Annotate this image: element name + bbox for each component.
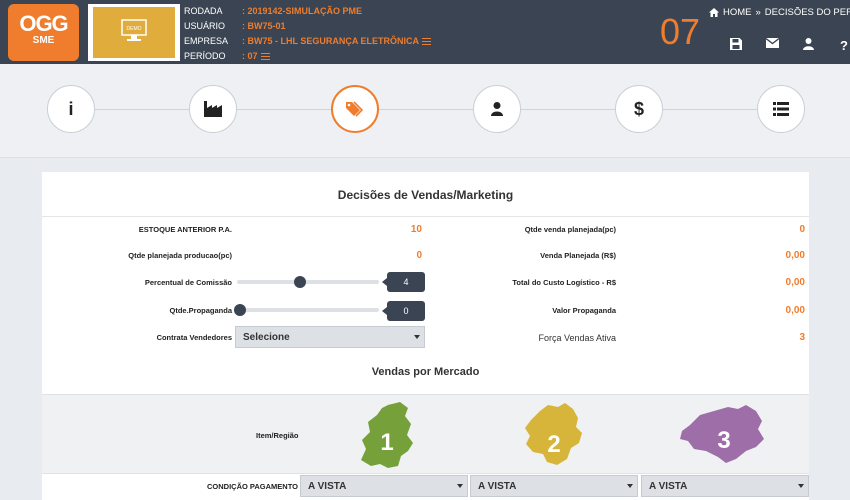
step-production[interactable] xyxy=(189,85,237,133)
venda-rs-value: 0,00 xyxy=(785,250,805,261)
comissao-slider-handle[interactable] xyxy=(294,276,306,288)
propaganda-qtde-label: Qtde.Propaganda xyxy=(169,306,232,315)
region-3-map: 3 xyxy=(680,405,764,463)
person-icon xyxy=(491,102,503,116)
list-icon[interactable] xyxy=(422,38,432,45)
estoque-label: ESTOQUE ANTERIOR P.A. xyxy=(138,225,232,234)
vendedores-select[interactable]: Selecione xyxy=(235,326,425,348)
list-icon xyxy=(773,102,789,116)
period-number: 07 xyxy=(660,11,701,52)
breadcrumb-home[interactable]: HOME xyxy=(723,7,752,18)
region-2-number: 2 xyxy=(547,431,560,458)
comissao-slider-track[interactable] xyxy=(237,280,379,284)
custo-value: 0,00 xyxy=(785,277,805,288)
section-title: Vendas por Mercado xyxy=(371,366,480,378)
factory-icon xyxy=(204,101,222,117)
svg-text:DEMO: DEMO xyxy=(127,26,142,32)
producao-value: 0 xyxy=(416,250,422,261)
pagamento-label: CONDIÇÃO PAGAMENTO xyxy=(207,482,298,491)
monitor-icon: DEMO xyxy=(121,19,147,41)
empresa-value[interactable]: : BW75 - LHL SEGURANÇA ELETRÔNICA xyxy=(242,34,432,49)
rodada-value: : 2019142-SIMULAÇÃO PME xyxy=(242,6,363,16)
forca-vendas-value: 3 xyxy=(799,332,805,343)
step-navigation: i $ xyxy=(0,64,850,158)
mail-icon[interactable] xyxy=(754,38,790,53)
breadcrumb: HOME » DECISÕES DO PER... xyxy=(709,7,850,18)
breadcrumb-current: DECISÕES DO PER... xyxy=(764,7,850,18)
vendedores-label: Contrata Vendedores xyxy=(156,333,232,342)
periodo-value[interactable]: : 07 xyxy=(242,49,270,64)
ogg-logo[interactable]: OGG SME xyxy=(8,4,79,61)
region-2-map: 2 xyxy=(525,403,582,465)
valor-propaganda-value: 0,00 xyxy=(785,305,805,316)
producao-label: Qtde planejada producao(pc) xyxy=(128,251,232,260)
custo-label: Total do Custo Logístico - R$ xyxy=(512,278,616,287)
step-sales-marketing[interactable] xyxy=(331,85,379,133)
top-bar: OGG SME DEMO RODADA: 2019142-SIMULAÇÃO P… xyxy=(0,0,850,64)
user-icon[interactable] xyxy=(790,38,826,53)
help-icon[interactable]: ? xyxy=(826,38,850,53)
step-people[interactable] xyxy=(473,85,521,133)
info-icon: i xyxy=(68,98,74,119)
pagamento-select-region-3[interactable]: A VISTA xyxy=(641,475,809,497)
region-1-number: 1 xyxy=(380,429,393,456)
venda-rs-label: Venda Planejada (R$) xyxy=(540,251,616,260)
header-actions: ? xyxy=(718,38,850,53)
chevron-down-icon xyxy=(627,484,633,488)
comissao-value: 4 xyxy=(382,272,425,292)
step-summary[interactable] xyxy=(757,85,805,133)
propaganda-slider-track[interactable] xyxy=(237,308,379,312)
chevron-down-icon xyxy=(457,484,463,488)
estoque-value: 10 xyxy=(410,224,422,235)
panel-title: Decisões de Vendas/Marketing xyxy=(337,188,514,202)
home-icon xyxy=(709,8,719,17)
pagamento-select-region-1[interactable]: A VISTA xyxy=(300,475,468,497)
region-3-number: 3 xyxy=(717,427,730,454)
list-icon[interactable] xyxy=(260,53,270,60)
region-label: Item/Região xyxy=(256,431,299,440)
chevron-down-icon xyxy=(414,335,420,339)
step-finance[interactable]: $ xyxy=(615,85,663,133)
venda-qtde-value: 0 xyxy=(799,224,805,235)
region-row: Item/Região 1 2 3 xyxy=(42,394,809,474)
region-1-map: 1 xyxy=(361,402,413,468)
step-info[interactable]: i xyxy=(47,85,95,133)
pagamento-select-region-2[interactable]: A VISTA xyxy=(470,475,638,497)
chevron-down-icon xyxy=(798,484,804,488)
forca-vendas-label: Força Vendas Ativa xyxy=(538,333,616,343)
propaganda-slider-handle[interactable] xyxy=(234,304,246,316)
valor-propaganda-label: Valor Propaganda xyxy=(552,306,616,315)
dollar-icon: $ xyxy=(633,98,644,119)
demo-badge: DEMO xyxy=(88,4,180,61)
save-icon[interactable] xyxy=(718,38,754,53)
venda-qtde-label: Qtde venda planejada(pc) xyxy=(524,225,616,234)
session-info: RODADA: 2019142-SIMULAÇÃO PME USUÁRIO: B… xyxy=(184,4,432,64)
usuario-value: : BW75-01 xyxy=(242,21,286,31)
propaganda-qtde-value: 0 xyxy=(382,301,425,321)
tags-icon xyxy=(346,101,364,117)
comissao-label: Percentual de Comissão xyxy=(144,278,232,287)
sales-marketing-panel: Decisões de Vendas/Marketing ESTOQUE ANT… xyxy=(42,172,809,500)
